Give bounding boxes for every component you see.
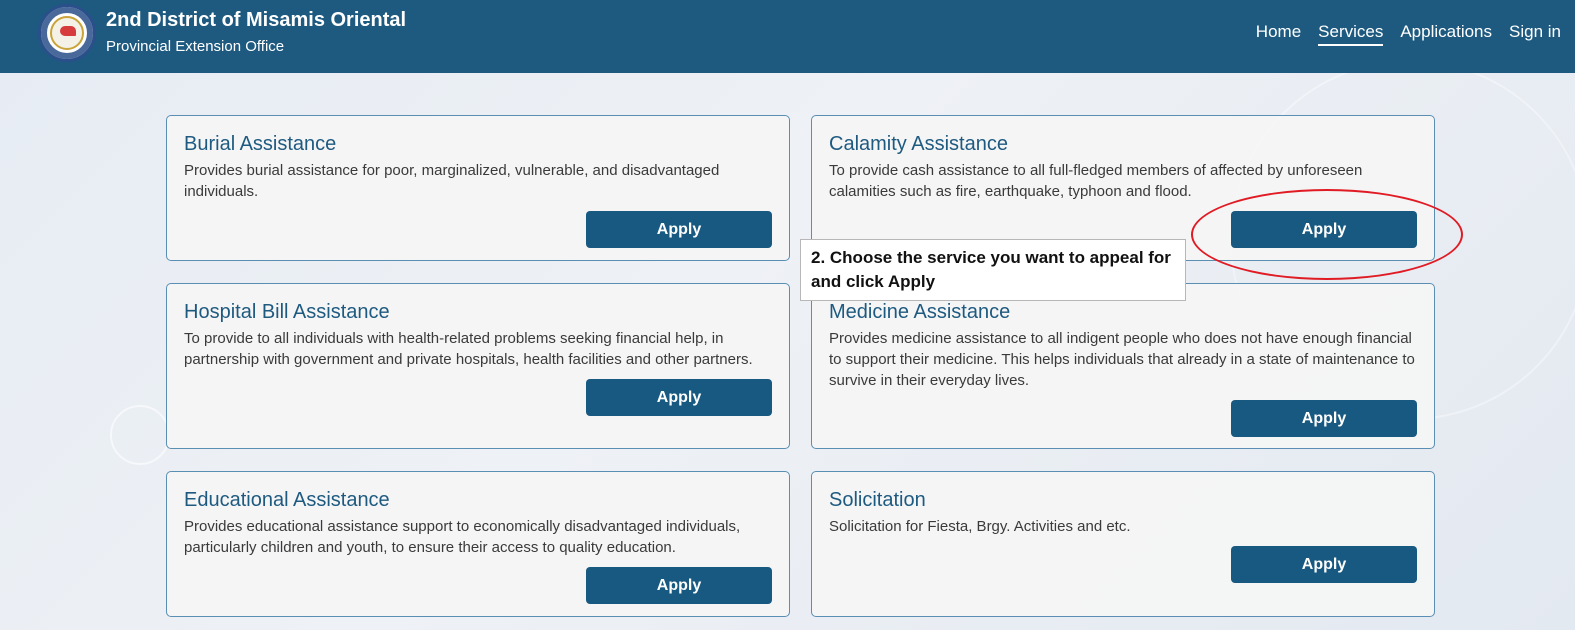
service-description: Solicitation for Fiesta, Brgy. Activitie… (829, 518, 1131, 535)
service-description: Provides burial assistance for poor, mar… (184, 162, 720, 200)
nav-home[interactable]: Home (1256, 22, 1301, 46)
service-title: Calamity Assistance (829, 133, 1008, 155)
main-nav: Home Services Applications Sign in (1256, 22, 1561, 46)
site-title[interactable]: 2nd District of Misamis Oriental (106, 9, 406, 32)
nav-services[interactable]: Services (1318, 22, 1384, 46)
service-title: Hospital Bill Assistance (184, 301, 390, 323)
service-title: Medicine Assistance (829, 301, 1011, 323)
site-header: 2nd District of Misamis Oriental Provinc… (0, 0, 1575, 73)
province-seal-icon[interactable] (38, 4, 96, 62)
service-title: Educational Assistance (184, 489, 390, 511)
instruction-callout: 2. Choose the service you want to appeal… (800, 239, 1186, 301)
nav-applications[interactable]: Applications (1400, 22, 1492, 46)
apply-button-solicitation[interactable]: Apply (1231, 546, 1417, 583)
service-description: To provide to all individuals with healt… (184, 330, 753, 368)
apply-button-medicine[interactable]: Apply (1231, 400, 1417, 437)
apply-button-educational[interactable]: Apply (586, 567, 772, 604)
service-card-medicine: Medicine Assistance Provides medicine as… (811, 283, 1435, 449)
service-title: Solicitation (829, 489, 926, 511)
site-subtitle: Provincial Extension Office (106, 38, 285, 55)
nav-sign-in[interactable]: Sign in (1509, 22, 1561, 46)
apply-button-hospital-bill[interactable]: Apply (586, 379, 772, 416)
service-card-educational: Educational Assistance Provides educatio… (166, 471, 790, 617)
service-title: Burial Assistance (184, 133, 337, 155)
service-card-solicitation: Solicitation Solicitation for Fiesta, Br… (811, 471, 1435, 617)
service-description: Provides educational assistance support … (184, 518, 741, 556)
highlight-circle (1191, 189, 1463, 280)
service-card-hospital-bill: Hospital Bill Assistance To provide to a… (166, 283, 790, 449)
apply-button-burial[interactable]: Apply (586, 211, 772, 248)
background-decoration (110, 405, 170, 465)
service-description: Provides medicine assistance to all indi… (829, 330, 1415, 389)
service-card-burial: Burial Assistance Provides burial assist… (166, 115, 790, 261)
